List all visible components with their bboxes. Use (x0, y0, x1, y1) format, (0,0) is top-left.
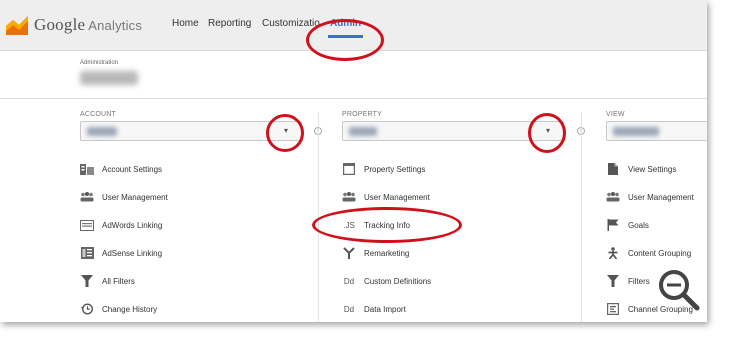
top-nav: Google Analytics Home Reporting Customiza… (0, 0, 707, 51)
goals-link[interactable]: Goals (606, 216, 649, 234)
user-management-label: User Management (102, 192, 168, 202)
data-import-link[interactable]: Dd Data Import (342, 300, 406, 318)
chevron-down-icon[interactable]: ▾ (539, 126, 557, 137)
adsense-icon (80, 246, 94, 260)
google-analytics-logo[interactable]: Google Analytics (6, 12, 142, 38)
property-settings-link[interactable]: Property Settings (342, 160, 425, 178)
property-settings-icon (342, 162, 356, 176)
property-selector[interactable]: ▾ (342, 121, 564, 141)
nav-reporting[interactable]: Reporting (208, 18, 251, 29)
view-selector[interactable] (606, 121, 707, 141)
content-grouping-label: Content Grouping (628, 248, 692, 258)
user-management-label: User Management (628, 192, 694, 202)
content-grouping-link[interactable]: Content Grouping (606, 244, 691, 262)
adsense-linking-link[interactable]: AdSense Linking (80, 244, 162, 262)
users-icon (342, 190, 356, 204)
remarketing-icon (342, 246, 356, 260)
nav-home[interactable]: Home (172, 18, 199, 29)
adwords-linking-link[interactable]: AdWords Linking (80, 216, 162, 234)
flag-icon (606, 218, 620, 232)
change-history-link[interactable]: Change History (80, 300, 157, 318)
property-value-blurred (349, 127, 377, 136)
administration-label: Administration (80, 60, 119, 66)
filter-icon (80, 274, 94, 288)
account-name-blurred (80, 71, 138, 85)
dd-icon: Dd (343, 304, 355, 314)
view-user-management-link[interactable]: User Management (606, 188, 694, 206)
all-filters-label: All Filters (102, 276, 135, 286)
tracking-info-label: Tracking Info (364, 220, 410, 230)
logo-text: Google Analytics (34, 15, 143, 34)
property-user-management-link[interactable]: User Management (342, 188, 430, 206)
js-icon: .JS (343, 220, 355, 230)
adwords-icon (80, 218, 94, 232)
account-value-blurred (87, 127, 117, 136)
filters-label: Filters (628, 276, 650, 286)
property-column-header: PROPERTY (342, 111, 382, 118)
document-icon (606, 162, 620, 176)
users-icon (606, 190, 620, 204)
dd-icon: Dd (343, 276, 355, 286)
adwords-linking-label: AdWords Linking (102, 220, 163, 230)
view-column-header: VIEW (606, 111, 625, 118)
analytics-admin-window: Google Analytics Home Reporting Customiza… (0, 0, 707, 322)
account-user-management-link[interactable]: User Management (80, 188, 168, 206)
remarketing-label: Remarketing (364, 248, 410, 258)
account-selector[interactable]: ▾ (80, 121, 302, 141)
all-filters-link[interactable]: All Filters (80, 272, 135, 290)
person-icon (606, 246, 620, 260)
custom-definitions-link[interactable]: Dd Custom Definitions (342, 272, 431, 290)
account-column-header: ACCOUNT (80, 111, 117, 118)
column-divider (318, 112, 319, 322)
data-import-label: Data Import (364, 304, 406, 314)
channel-icon (606, 302, 620, 316)
nav-customization[interactable]: Customizatio (262, 18, 320, 29)
view-settings-label: View Settings (628, 164, 677, 174)
change-history-label: Change History (102, 304, 158, 314)
filter-icon (606, 274, 620, 288)
remarketing-link[interactable]: Remarketing (342, 244, 409, 262)
zoom-magnifier-icon[interactable] (657, 268, 701, 317)
account-settings-link[interactable]: Account Settings (80, 160, 162, 178)
account-settings-label: Account Settings (102, 164, 163, 174)
adsense-linking-label: AdSense Linking (102, 248, 163, 258)
goals-label: Goals (628, 220, 649, 230)
analytics-logo-icon (6, 16, 28, 35)
account-settings-icon (80, 162, 94, 176)
chevron-down-icon[interactable]: ▾ (277, 126, 295, 137)
custom-definitions-label: Custom Definitions (364, 276, 432, 286)
view-value-blurred (613, 127, 659, 136)
tracking-info-link[interactable]: .JS Tracking Info (342, 216, 410, 234)
column-divider (581, 112, 582, 322)
user-management-label: User Management (364, 192, 430, 202)
property-settings-label: Property Settings (364, 164, 426, 174)
filters-link[interactable]: Filters (606, 272, 650, 290)
header-divider (0, 98, 707, 99)
nav-admin[interactable]: Admin (327, 18, 364, 38)
users-icon (80, 190, 94, 204)
view-settings-link[interactable]: View Settings (606, 160, 676, 178)
history-icon (80, 302, 94, 316)
